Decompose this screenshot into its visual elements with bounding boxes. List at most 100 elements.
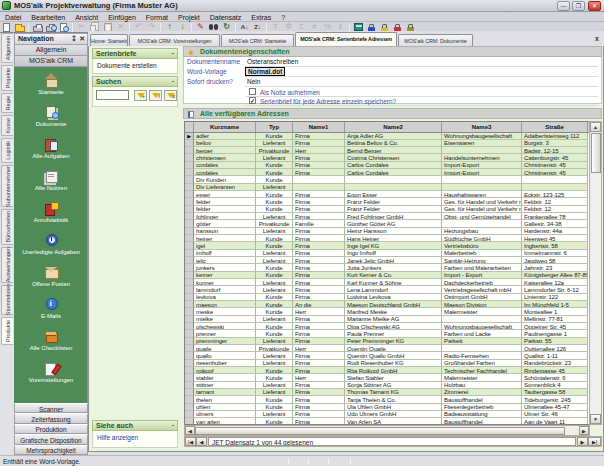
table-row[interactable]: qualloLieferantFirmaQuentin Quallo GmbHR… (185, 352, 589, 359)
collapse-icon-3[interactable]: - (172, 421, 174, 428)
new-document-icon[interactable] (0, 22, 13, 32)
siehe-auch-panel-header[interactable]: Siehe auch- (92, 420, 178, 431)
table-row[interactable]: van arlenKundeFirmaVan Arlen SABaustoffh… (185, 418, 589, 424)
pin-icon[interactable]: ↧ (71, 35, 77, 42)
module-tab-produkte[interactable]: Produkte (1, 317, 13, 345)
row-selector[interactable] (185, 286, 194, 293)
page-preview-icon[interactable] (57, 22, 70, 32)
tab-home-startseite[interactable]: Home: Startseite (90, 34, 128, 46)
table-row[interactable]: cordalesKundeFirmaCarlos CordalesImport-… (185, 169, 589, 176)
row-selector[interactable] (185, 250, 194, 257)
menu-bearbeiten[interactable]: Bearbeiten (26, 12, 70, 22)
row-selector[interactable] (185, 176, 194, 183)
nav-group-mosaik-crm[interactable]: MOS'aik CRM (14, 56, 88, 67)
vertical-scroll-thumb[interactable] (591, 133, 601, 173)
menu-?[interactable]: ? (276, 12, 290, 22)
cut-icon[interactable]: ✂ (75, 22, 88, 32)
table-row[interactable]: götterPrivatkundeFamilieGünther Götter A… (185, 220, 589, 227)
table-row[interactable]: levkovaKundeFirmaLudvina LevkovaOstimpor… (185, 294, 589, 301)
table-row[interactable]: felderKundeFirmaFranz FelderGes. für Han… (185, 206, 589, 213)
table-row[interactable]: igelKundeFirmaInge Igel KGVertriebsbüroI… (185, 242, 589, 249)
row-selector[interactable] (185, 418, 194, 424)
checkbox-unchecked-0[interactable] (249, 88, 256, 95)
row-selector[interactable] (185, 345, 194, 352)
sidebar-item-alle-aufgaben[interactable]: Alle Aufgaben (14, 135, 88, 167)
column-header-typ[interactable]: Typ (256, 122, 293, 132)
close-nav-icon[interactable]: ✕ (79, 35, 85, 42)
table-row[interactable]: meskeKundeHerrManfred MeskeMalermeisterM… (185, 308, 589, 315)
table-row[interactable]: kernerKundeFirmaKurt Kerner & Co.Import … (185, 272, 589, 279)
row-selector[interactable] (185, 257, 194, 264)
table-row[interactable]: fohlingerLieferantFirmaFred Fohlinger Gm… (185, 213, 589, 220)
table-row[interactable]: lammdorfLieferantFirmaLena LammdorfVertr… (185, 286, 589, 293)
collapse-icon[interactable]: - (172, 49, 174, 56)
module-tab-büroarbeiten[interactable]: Büroarbeiten (1, 209, 13, 245)
table-row[interactable]: Div LieferantenLieferant (185, 184, 589, 191)
table-row[interactable]: prennerKundeFirmaPaula PrennerFarben und… (185, 330, 589, 337)
sidebar-group-mehrsprachigkeit[interactable]: Mehrsprachigkeit (14, 445, 88, 455)
sidebar-item-unerledigte-aufgaben[interactable]: Unerledigte Aufgaben (14, 231, 88, 263)
print-icon[interactable] (31, 22, 44, 32)
table-row[interactable]: junkersKundeFirmaJutta JunkersFarben und… (185, 264, 589, 271)
module-tab-logistik[interactable]: Logistik (1, 138, 13, 163)
table-row[interactable]: kunnerLieferantFirmaKarl Kunner & SöhneD… (185, 279, 589, 286)
dokumente-erstellen-link[interactable]: Dokumente erstellen (93, 59, 177, 69)
table-row[interactable]: ▶adlerKundeFirmaAnja Adler AGWohnungsbau… (185, 133, 589, 140)
row-selector[interactable] (185, 330, 194, 337)
menu-projekt[interactable]: Projekt (173, 12, 205, 22)
horizontal-scroll-thumb[interactable] (195, 427, 565, 435)
row-selector[interactable] (185, 242, 194, 249)
row-selector[interactable] (185, 162, 194, 169)
tab-mos-aik-crm-serienbriefe-adressen[interactable]: MOS'aik CRM: Serienbriefe Adressen (295, 32, 397, 46)
table-row[interactable]: christensenLieferantFirmaCosima Christen… (185, 154, 589, 161)
table-row[interactable]: esserKundeFirmaEgon EsserHaushaltswarenE… (185, 191, 589, 198)
row-selector[interactable] (185, 228, 194, 235)
row-selector[interactable]: ▶ (185, 133, 194, 140)
tab-mos-aik-crm-dokumente[interactable]: MOS'aik CRM: Dokumente (398, 34, 473, 46)
table-row[interactable]: beliovLieferantFirmaBettina Beliov & Co.… (185, 140, 589, 147)
filter-edit-button[interactable]: / (149, 90, 162, 101)
sidebar-item-e-mails[interactable]: E-Mails (14, 295, 88, 327)
scroll-down-icon[interactable]: ▼ (590, 414, 601, 424)
row-selector[interactable] (185, 147, 194, 154)
sidebar-item-anrufstatistik[interactable]: Anrufstatistik (14, 199, 88, 231)
first-record-button[interactable]: |◀ (185, 437, 196, 446)
module-tab-subunternehmer[interactable]: Subunternehmer (1, 165, 13, 207)
column-header-name3[interactable]: Name3 (442, 122, 522, 132)
column-header-kurzname[interactable]: Kurzname (194, 122, 256, 132)
row-selector[interactable] (185, 206, 194, 213)
table-row[interactable]: rotkopfKundeFirmaRita Rotkopf GmbHTechni… (185, 367, 589, 374)
menu-ansicht[interactable]: Ansicht (70, 12, 103, 22)
row-selector[interactable] (185, 220, 194, 227)
search-input[interactable] (96, 90, 129, 100)
sidebar-item-alle-notizen[interactable]: Alle Notizen (14, 167, 88, 199)
menu-format[interactable]: Format (141, 12, 173, 22)
table-row[interactable]: mielkeLieferantFirmaMarianne Mielke AGMe… (185, 316, 589, 323)
open-icon[interactable] (13, 22, 26, 32)
row-selector[interactable] (185, 154, 194, 161)
sidebar-group-produktion[interactable]: Produktion (14, 424, 88, 434)
field-value-dokumentenname[interactable]: Osteranschreiben (247, 58, 298, 65)
row-selector[interactable] (185, 264, 194, 271)
row-selector[interactable] (185, 352, 194, 359)
menu-einfgen[interactable]: Einfügen (103, 12, 141, 22)
sidebar-item-offene-posten[interactable]: Offene Posten (14, 263, 88, 295)
row-selector[interactable] (185, 382, 194, 389)
field-value-word-vorlage[interactable]: Normal.dot (245, 67, 285, 76)
row-selector[interactable] (185, 360, 194, 367)
tab-close-icon[interactable]: x (595, 35, 599, 42)
column-header-strae[interactable]: Straße (522, 122, 588, 132)
row-selector[interactable] (185, 235, 194, 242)
row-selector[interactable] (185, 404, 194, 411)
sidebar-group-scanner[interactable]: Scanner (14, 403, 88, 413)
sidebar-group-grafische-disposition[interactable]: Grafische Disposition (14, 434, 88, 444)
table-row[interactable]: maesonKundeAn dieMaeson Deutschland GmbH… (185, 301, 589, 308)
table-row[interactable]: Div KundenKunde (185, 176, 589, 183)
row-selector[interactable] (185, 374, 194, 381)
menu-extras[interactable]: Extras (246, 12, 276, 22)
table-row[interactable]: jelicLieferantFirmaJanek Jelic GmbHSanit… (185, 257, 589, 264)
sidebar-item-dokumente[interactable]: Dokumente (14, 103, 88, 135)
table-row[interactable]: tarnantLieferantFirmaThomas Tarnant KGZi… (185, 389, 589, 396)
row-selector[interactable] (185, 184, 194, 191)
table-row[interactable]: heinerKundeFirmaHans HeinerSüdfrüchte Gm… (185, 235, 589, 242)
